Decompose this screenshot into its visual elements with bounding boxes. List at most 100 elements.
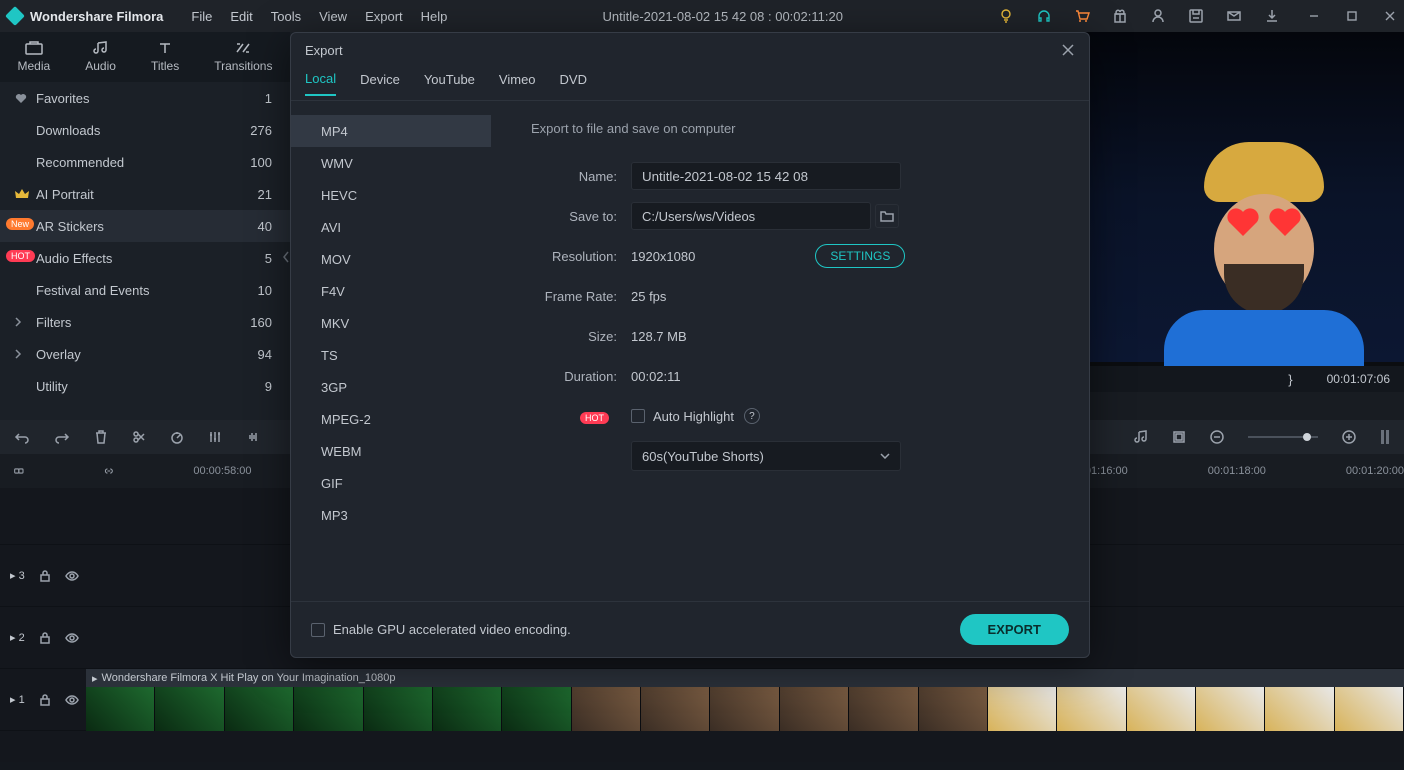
menu-help[interactable]: Help bbox=[421, 9, 448, 24]
music-icon[interactable] bbox=[1134, 430, 1148, 444]
lock-icon[interactable] bbox=[39, 632, 51, 644]
zoom-slider[interactable] bbox=[1248, 436, 1318, 438]
export-path[interactable]: C:/Users/ws/Videos bbox=[631, 202, 871, 230]
format-mpeg-2[interactable]: MPEG-2 bbox=[291, 403, 491, 435]
maximize-icon[interactable] bbox=[1346, 10, 1358, 22]
link-icon[interactable] bbox=[14, 464, 24, 478]
zoom-out-icon[interactable] bbox=[1210, 430, 1224, 444]
zoom-in-icon[interactable] bbox=[1342, 430, 1356, 444]
fit-icon[interactable] bbox=[1380, 429, 1390, 445]
export-button[interactable]: EXPORT bbox=[960, 614, 1069, 645]
track-head-3[interactable]: ▸ 3 bbox=[0, 545, 86, 606]
format-avi[interactable]: AVI bbox=[291, 211, 491, 243]
format-mp4[interactable]: MP4 bbox=[291, 115, 491, 147]
sidebar-item-overlay[interactable]: Overlay94 bbox=[0, 338, 290, 370]
lock-icon[interactable] bbox=[39, 694, 51, 706]
menu-edit[interactable]: Edit bbox=[230, 9, 252, 24]
sidebar-item-festival-and-events[interactable]: Festival and Events10 bbox=[0, 274, 290, 306]
sidebar-item-utility[interactable]: Utility9 bbox=[0, 370, 290, 402]
close-icon[interactable] bbox=[1061, 43, 1075, 57]
redo-icon[interactable] bbox=[54, 430, 70, 444]
duration-label: Duration: bbox=[531, 369, 631, 384]
heart-icon bbox=[14, 92, 28, 104]
name-label: Name: bbox=[531, 169, 631, 184]
chevron-down-icon bbox=[880, 453, 890, 459]
folder-icon bbox=[880, 210, 894, 222]
collapse-icon[interactable] bbox=[282, 250, 290, 264]
export-tab-dvd[interactable]: DVD bbox=[560, 72, 587, 95]
gift-icon[interactable] bbox=[1112, 8, 1128, 24]
playhead-time: 00:01:07:06 bbox=[1327, 372, 1390, 386]
split-icon[interactable] bbox=[132, 430, 146, 444]
format-mkv[interactable]: MKV bbox=[291, 307, 491, 339]
eye-icon[interactable] bbox=[65, 633, 79, 643]
format-mov[interactable]: MOV bbox=[291, 243, 491, 275]
eye-icon[interactable] bbox=[65, 571, 79, 581]
eye-icon[interactable] bbox=[65, 695, 79, 705]
lightbulb-icon[interactable] bbox=[998, 8, 1014, 24]
export-title: Export bbox=[305, 43, 343, 58]
lock-icon[interactable] bbox=[39, 570, 51, 582]
tab-titles[interactable]: Titles bbox=[151, 41, 179, 73]
format-hevc[interactable]: HEVC bbox=[291, 179, 491, 211]
shorts-select[interactable]: 60s(YouTube Shorts) bbox=[631, 441, 901, 471]
format-f4v[interactable]: F4V bbox=[291, 275, 491, 307]
menu-tools[interactable]: Tools bbox=[271, 9, 301, 24]
mark-out-icon[interactable]: } bbox=[1288, 372, 1292, 387]
chain-icon[interactable] bbox=[104, 464, 114, 478]
sidebar-item-filters[interactable]: Filters160 bbox=[0, 306, 290, 338]
audio-wave-icon[interactable] bbox=[246, 430, 260, 444]
export-tab-local[interactable]: Local bbox=[305, 71, 336, 96]
speed-icon[interactable] bbox=[170, 430, 184, 444]
auto-highlight-checkbox[interactable] bbox=[631, 409, 645, 423]
export-tab-device[interactable]: Device bbox=[360, 72, 400, 95]
format-wmv[interactable]: WMV bbox=[291, 147, 491, 179]
framerate-label: Frame Rate: bbox=[531, 289, 631, 304]
download-icon[interactable] bbox=[1264, 8, 1280, 24]
format-3gp[interactable]: 3GP bbox=[291, 371, 491, 403]
sidebar-item-ai-portrait[interactable]: AI Portrait21 bbox=[0, 178, 290, 210]
export-name-input[interactable] bbox=[631, 162, 901, 190]
track-head-2[interactable]: ▸ 2 bbox=[0, 607, 86, 668]
info-icon[interactable]: ? bbox=[744, 408, 760, 424]
format-mp3[interactable]: MP3 bbox=[291, 499, 491, 531]
size-label: Size: bbox=[531, 329, 631, 344]
export-tab-youtube[interactable]: YouTube bbox=[424, 72, 475, 95]
format-list: MP4WMVHEVCAVIMOVF4VMKVTS3GPMPEG-2WEBMGIF… bbox=[291, 101, 491, 601]
video-clip[interactable]: ▸Wondershare Filmora X Hit Play on Your … bbox=[86, 669, 1404, 730]
format-webm[interactable]: WEBM bbox=[291, 435, 491, 467]
tab-media[interactable]: Media bbox=[18, 41, 51, 73]
headphones-icon[interactable] bbox=[1036, 8, 1052, 24]
sidebar-item-favorites[interactable]: Favorites1 bbox=[0, 82, 290, 114]
gpu-label: Enable GPU accelerated video encoding. bbox=[333, 622, 571, 637]
close-icon[interactable] bbox=[1384, 10, 1396, 22]
cart-icon[interactable] bbox=[1074, 8, 1090, 24]
settings-button[interactable]: SETTINGS bbox=[815, 244, 905, 268]
app-name: Wondershare Filmora bbox=[30, 9, 163, 24]
menu-export[interactable]: Export bbox=[365, 9, 403, 24]
tab-transitions[interactable]: Transitions bbox=[214, 41, 272, 73]
adjust-icon[interactable] bbox=[208, 430, 222, 444]
browse-button[interactable] bbox=[875, 204, 899, 228]
mail-icon[interactable] bbox=[1226, 8, 1242, 24]
delete-icon[interactable] bbox=[94, 430, 108, 444]
sidebar-item-downloads[interactable]: Downloads276 bbox=[0, 114, 290, 146]
user-icon[interactable] bbox=[1150, 8, 1166, 24]
minimize-icon[interactable] bbox=[1308, 10, 1320, 22]
sidebar-item-audio-effects[interactable]: HOTAudio Effects5 bbox=[0, 242, 290, 274]
undo-icon[interactable] bbox=[14, 430, 30, 444]
tab-audio[interactable]: Audio bbox=[85, 41, 116, 73]
export-tab-vimeo[interactable]: Vimeo bbox=[499, 72, 536, 95]
format-ts[interactable]: TS bbox=[291, 339, 491, 371]
menu-file[interactable]: File bbox=[191, 9, 212, 24]
menu-view[interactable]: View bbox=[319, 9, 347, 24]
export-description: Export to file and save on computer bbox=[531, 121, 1053, 136]
save-icon[interactable] bbox=[1188, 8, 1204, 24]
sidebar-item-recommended[interactable]: Recommended100 bbox=[0, 146, 290, 178]
gpu-checkbox[interactable] bbox=[311, 623, 325, 637]
track-head-1[interactable]: ▸ 1 bbox=[0, 669, 86, 730]
document-title: Untitle-2021-08-02 15 42 08 : 00:02:11:2… bbox=[455, 9, 990, 24]
format-gif[interactable]: GIF bbox=[291, 467, 491, 499]
sidebar-item-ar-stickers[interactable]: NewAR Stickers40 bbox=[0, 210, 290, 242]
marker-icon[interactable] bbox=[1172, 430, 1186, 444]
